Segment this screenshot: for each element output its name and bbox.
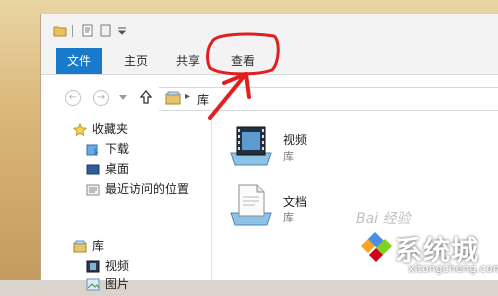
watermark-url: xitongcheng.com [408,262,498,275]
quick-access-toolbar [41,14,498,48]
libraries-icon [73,240,87,253]
recent-locations-chevron-icon[interactable] [119,95,127,101]
library-icon [165,91,181,105]
xitongcheng-logo-icon [361,232,392,262]
videos-library-icon [230,126,272,166]
documents-library-icon [230,184,272,226]
nav-item-pictures[interactable]: 图片 [86,275,129,293]
downloads-icon [86,143,100,156]
nav-item-downloads[interactable]: 下载 [86,140,129,158]
tab-view[interactable]: 查看 [223,48,263,74]
customize-toolbar-icon[interactable] [115,24,129,37]
item-type: 库 [283,211,294,224]
nav-libraries[interactable]: 库 [73,237,104,255]
tab-file[interactable]: 文件 [56,48,102,74]
nav-item-desktop[interactable]: 桌面 [86,160,129,178]
back-button[interactable]: ← [65,90,81,106]
tab-share[interactable]: 共享 [169,48,207,74]
new-folder-icon[interactable] [99,24,113,37]
nav-item-label: 下载 [105,142,130,156]
nav-libraries-label: 库 [92,239,105,253]
item-name: 视频 [283,133,308,147]
address-bar-row: ← → ▸ 库 [41,75,498,115]
navigation-pane: 收藏夹 下载 桌面 最近访问的位置 库 视频 图片 [41,115,212,291]
ribbon-tabs: 文件 主页 共享 查看 [41,48,498,75]
nav-item-label: 视频 [105,259,130,273]
desktop-icon [86,163,100,176]
item-type: 库 [283,150,294,163]
nav-item-videos[interactable]: 视频 [86,257,129,275]
recent-places-icon [86,183,100,196]
breadcrumb-library[interactable]: 库 [197,91,209,108]
folder-icon[interactable] [53,24,67,37]
nav-item-label: 最近访问的位置 [105,182,190,196]
address-box[interactable]: ▸ 库 [159,87,498,111]
star-icon [72,122,88,137]
item-name: 文档 [283,195,308,209]
library-item-documents[interactable]: 文档 库 [227,181,347,231]
baidu-watermark: Bai 经验 [356,211,411,227]
nav-favorites[interactable]: 收藏夹 [72,120,129,138]
nav-item-recent-places[interactable]: 最近访问的位置 [86,180,189,198]
videos-icon [86,260,100,273]
library-item-videos[interactable]: 视频 库 [227,123,347,173]
forward-button[interactable]: → [93,90,109,106]
tab-home[interactable]: 主页 [117,48,155,74]
up-arrow-icon[interactable] [140,90,152,104]
properties-icon[interactable] [81,24,95,37]
nav-favorites-label: 收藏夹 [92,122,129,136]
nav-item-label: 桌面 [105,162,130,176]
breadcrumb-separator-icon: ▸ [185,91,191,102]
toolbar-separator [72,25,73,37]
nav-item-label: 图片 [105,277,130,291]
